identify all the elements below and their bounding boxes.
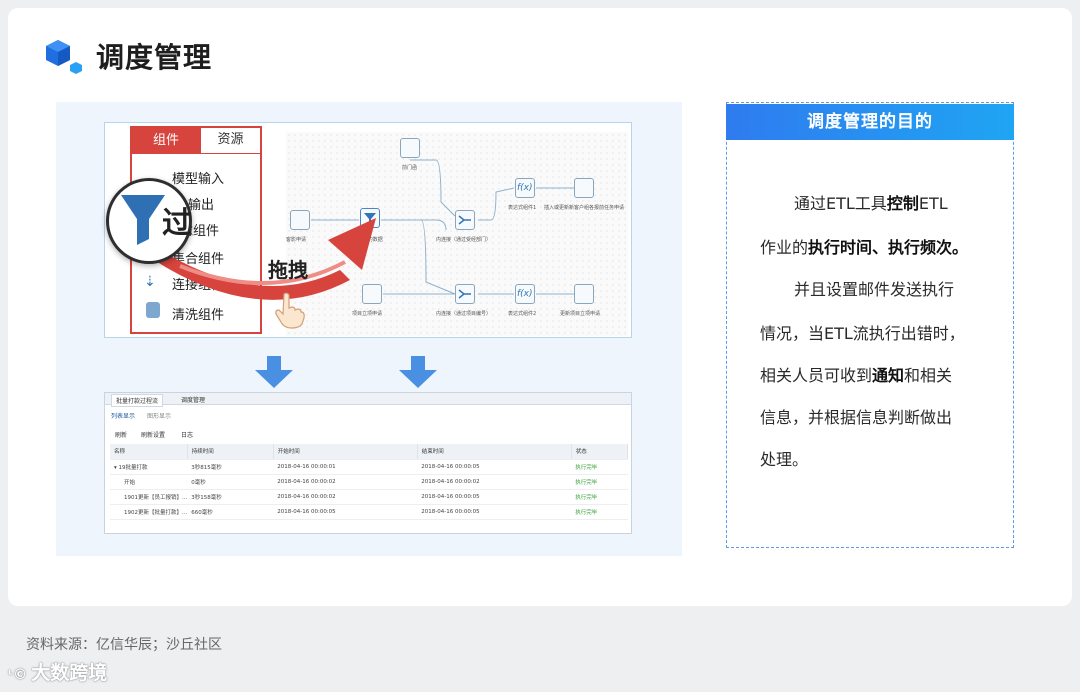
flow-node-output-icon[interactable]	[574, 178, 594, 198]
table-cell: 3秒158毫秒	[187, 489, 274, 505]
watermark-icon: ᶫ©	[8, 667, 28, 683]
table-row[interactable]: 开始 0毫秒 2018-04-16 00:00:02 2018-04-16 00:00…	[110, 474, 628, 490]
purpose-line: 作业的执行时间、执行频次。	[760, 234, 1000, 258]
arrow-down-icon	[399, 356, 437, 388]
arrow-down-icon	[255, 356, 293, 388]
purpose-line: 通过ETL工具控制ETL	[760, 190, 1000, 214]
table-cell: 2018-04-16 00:00:05	[417, 489, 572, 505]
flow-node-label: 插入或更新新客户组各报前任务申请	[544, 205, 625, 211]
text-span: 相关人员可收到	[760, 366, 873, 385]
table-cell: 2018-04-16 00:00:02	[417, 474, 572, 490]
tab-components[interactable]: 组件	[132, 128, 200, 154]
table-cell: 2018-04-16 00:00:01	[273, 459, 418, 475]
table-cell: 0毫秒	[187, 474, 274, 490]
flow-node-join-icon[interactable]	[455, 210, 475, 230]
flow-node-table-icon[interactable]	[400, 138, 420, 158]
status-cell: 执行完毕	[571, 504, 628, 520]
flow-node-label: 内连接（通过项目编号）	[436, 311, 492, 317]
status-cell: 执行完毕	[571, 459, 628, 475]
log-button[interactable]: 日志	[181, 430, 193, 439]
bold-text: 通知	[872, 366, 905, 385]
flow-node-expression-icon[interactable]: f(x)	[515, 284, 535, 304]
column-header[interactable]: 结束时间	[417, 444, 572, 460]
table-cell: 2018-04-16 00:00:05	[417, 459, 572, 475]
tab-resources[interactable]: 资源	[200, 128, 260, 154]
purpose-line: 相关人员可收到通知和相关	[760, 362, 1000, 386]
title-row: 调度管理	[44, 36, 212, 76]
table-header: 名称 持续时间 开始时间 结束时间 状态	[110, 444, 629, 460]
table-cell: 2018-04-16 00:00:02	[273, 489, 418, 505]
table-cell: 开始	[110, 474, 188, 490]
table-row[interactable]: 1902更新【批量打款】... 660毫秒 2018-04-16 00:00:05 2…	[110, 504, 628, 520]
purpose-line: 情况，当ETL流执行出错时，	[760, 324, 965, 343]
page-title: 调度管理	[96, 41, 213, 74]
subtab-graph[interactable]: 图形显示	[147, 411, 171, 420]
tab-schedule[interactable]: 调度管理	[181, 395, 205, 404]
flow-node-label: 表达式组件1	[508, 205, 537, 211]
flow-node-label: 项目立项申请	[352, 311, 383, 317]
table-row[interactable]: ▾ 19批量打款 3秒815毫秒 2018-04-16 00:00:01 2018-0…	[110, 459, 628, 475]
refresh-button[interactable]: 刷新	[115, 430, 127, 439]
table-cell: 1901更新【员工报销】...	[110, 489, 188, 505]
column-header[interactable]: 开始时间	[273, 444, 418, 460]
flow-node-join-icon[interactable]	[455, 284, 475, 304]
text-span: 通过ETL工具	[794, 194, 887, 213]
text-span: 和相关	[904, 366, 953, 385]
purpose-line: 信息，并根据信息判断做出	[760, 408, 953, 427]
flow-node-label: 更新项目立项申请	[560, 311, 601, 317]
table-row[interactable]: 1901更新【员工报销】... 3秒158毫秒 2018-04-16 00:00:0…	[110, 489, 628, 505]
status-cell: 执行完毕	[571, 474, 628, 490]
text-span: 作业的	[760, 238, 809, 257]
flow-node-label: 表达式组件2	[508, 311, 537, 317]
flow-node-expression-icon[interactable]: f(x)	[515, 178, 535, 198]
watermark-logo: ᶫ© 大数跨境	[8, 658, 107, 685]
purpose-line: 处理。	[760, 450, 809, 469]
cube-logo-icon	[44, 38, 84, 74]
source-note: 资料来源：亿信华辰；沙丘社区	[26, 637, 222, 653]
table-cell: 3秒815毫秒	[187, 459, 274, 475]
flow-node-label: 内连接（通过受经部门）	[436, 237, 492, 243]
table-cell: 660毫秒	[187, 504, 274, 520]
purpose-heading: 调度管理的目的	[726, 104, 1014, 140]
bold-text: 执行时间、执行频次。	[808, 238, 969, 257]
watermark-text: 大数跨境	[31, 662, 108, 684]
drag-label: 拖拽	[268, 258, 308, 282]
schedule-table: 名称 持续时间 开始时间 结束时间 状态 ▾ 19批量打款 3秒815毫秒 2018…	[110, 444, 629, 520]
database-icon	[146, 302, 160, 318]
purpose-line: 并且设置邮件发送执行	[794, 280, 955, 299]
table-cell: 2018-04-16 00:00:05	[417, 504, 572, 520]
flow-node-label: 前门函	[402, 165, 418, 171]
table-cell: 2018-04-16 00:00:05	[273, 504, 418, 520]
column-header[interactable]: 持续时间	[187, 444, 274, 460]
column-header[interactable]: 名称	[110, 444, 188, 460]
table-cell: ▾ 19批量打款	[110, 459, 188, 475]
column-header[interactable]: 状态	[571, 444, 629, 460]
component-item[interactable]: 清洗组件	[172, 304, 224, 323]
status-cell: 执行完毕	[571, 489, 628, 505]
bold-text: 控制	[886, 194, 919, 213]
table-cell: 1902更新【批量打款】...	[110, 504, 188, 520]
subtab-list[interactable]: 列表显示	[111, 411, 135, 420]
refresh-settings-button[interactable]: 刷新设置	[141, 430, 165, 439]
magnify-char: 过	[162, 206, 192, 241]
text-span: ETL	[918, 194, 948, 213]
hand-cursor-icon	[275, 292, 305, 329]
flow-node-output-icon[interactable]	[574, 284, 594, 304]
tab-batch-payment[interactable]: 批量打款过程流	[111, 394, 164, 407]
table-cell: 2018-04-16 00:00:02	[273, 474, 418, 490]
